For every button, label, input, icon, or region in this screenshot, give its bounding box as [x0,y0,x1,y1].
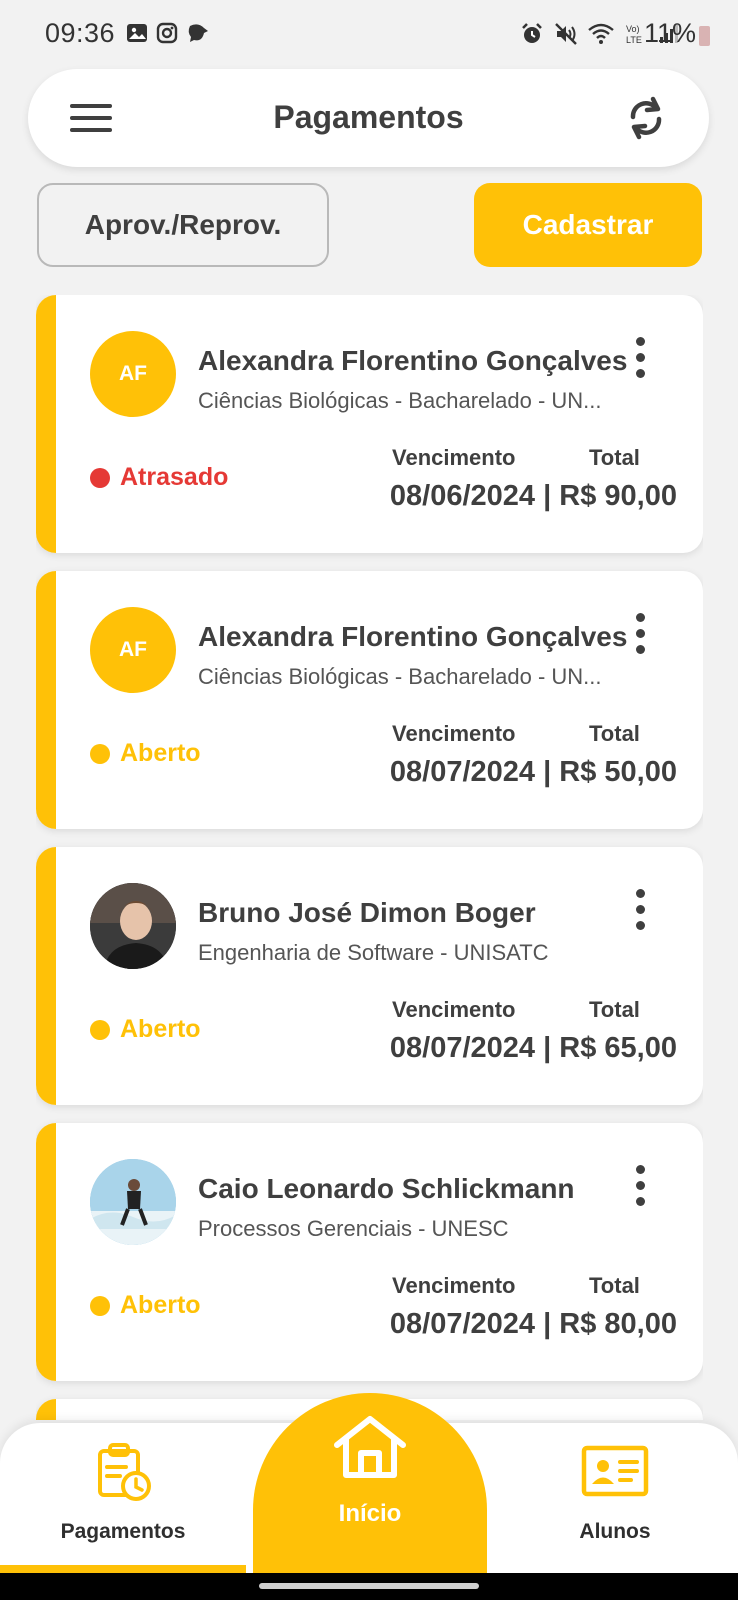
status-dot-icon [90,1019,110,1040]
home-gesture-handle[interactable] [259,1583,479,1589]
card-accent-stripe [36,1399,56,1420]
more-options-icon[interactable] [628,337,652,381]
system-gesture-bar [0,1573,738,1600]
total-label: Total [589,1273,640,1298]
calendar-clock-icon [98,1443,151,1501]
instagram-icon [156,22,178,44]
status-time: 09:36 [45,18,116,48]
card-accent-stripe [36,1123,56,1381]
due-date-label: Vencimento [392,997,516,1022]
app-notification-icon [188,24,208,42]
page-title: Pagamentos [273,99,464,135]
card-accent-stripe [36,571,56,829]
nav-payments-label: Pagamentos [60,1520,186,1543]
nav-payments[interactable]: Pagamentos [0,1423,246,1573]
nav-students-label: Alunos [579,1520,651,1543]
payment-card[interactable]: Bruno José Dimon Boger Engenharia de Sof… [36,847,703,1105]
home-icon [334,1416,406,1478]
more-options-icon[interactable] [628,1165,652,1209]
app-header: Pagamentos [28,69,709,167]
gallery-icon [127,24,147,42]
student-course: Ciências Biológicas - Bacharelado - UN..… [198,664,602,689]
avatar-initials: AF [90,331,176,417]
status-dot-icon [90,1295,110,1316]
total-label: Total [589,445,640,470]
id-card-icon [581,1445,649,1497]
student-course: Ciências Biológicas - Bacharelado - UN..… [198,388,602,413]
svg-text:Vo): Vo) [626,24,640,34]
wifi-icon [588,23,614,44]
student-course: Engenharia de Software - UNISATC [198,940,549,965]
status-dot-icon [90,467,110,488]
nav-students[interactable]: Alunos [492,1423,738,1573]
student-name: Alexandra Florentino Gonçalves [198,621,628,652]
due-date-total-value: 08/07/2024 | R$ 65,00 [389,1032,677,1064]
avatar-photo [90,883,176,969]
notification-icons [126,22,210,44]
active-tab-indicator [0,1565,246,1573]
payment-card[interactable]: AF Alexandra Florentino Gonçalves Ciênci… [36,295,703,553]
status-badge: Aberto [90,1291,201,1320]
approve-reprove-button[interactable]: Aprov./Reprov. [37,183,329,267]
status-label: Aberto [120,1015,201,1043]
battery-icon [699,26,710,46]
total-label: Total [589,721,640,746]
due-date-label: Vencimento [392,445,516,470]
more-options-icon[interactable] [628,889,652,933]
mute-icon [555,23,577,45]
due-date-total-value: 08/07/2024 | R$ 80,00 [389,1308,677,1340]
battery-level: 11% [643,18,696,48]
alarm-icon [522,23,542,43]
payment-card[interactable]: Caio Leonardo Schlickmann Processos Gere… [36,1123,703,1381]
register-button[interactable]: Cadastrar [474,183,702,267]
payment-card[interactable]: AF Alexandra Florentino Gonçalves Ciênci… [36,571,703,829]
due-date-total-value: 08/06/2024 | R$ 90,00 [389,480,677,512]
more-options-icon[interactable] [628,613,652,657]
total-label: Total [589,997,640,1022]
avatar-initials: AF [90,607,176,693]
student-course: Processos Gerenciais - UNESC [198,1216,509,1241]
status-label: Aberto [120,739,201,767]
due-date-total-value: 08/07/2024 | R$ 50,00 [389,756,677,788]
refresh-icon[interactable] [623,95,669,141]
status-badge: Atrasado [90,463,228,492]
student-name: Alexandra Florentino Gonçalves [198,345,628,376]
nav-home-label: Início [338,1500,402,1527]
due-date-label: Vencimento [392,721,516,746]
student-name: Bruno José Dimon Boger [198,897,536,928]
status-bar: 09:36 Vo) LTE 11% [0,0,738,70]
due-date-label: Vencimento [392,1273,516,1298]
svg-text:LTE: LTE [626,35,642,45]
person-photo-icon [90,883,176,969]
card-accent-stripe [36,847,56,1105]
status-dot-icon [90,743,110,764]
person-photo-icon [90,1159,176,1245]
status-label: Atrasado [120,463,229,491]
avatar-photo [90,1159,176,1245]
student-name: Caio Leonardo Schlickmann [198,1173,575,1204]
status-badge: Aberto [90,739,201,768]
status-label: Aberto [120,1291,201,1319]
payments-list[interactable]: AF Alexandra Florentino Gonçalves Ciênci… [36,295,703,1420]
status-badge: Aberto [90,1015,201,1044]
card-accent-stripe [36,295,56,553]
